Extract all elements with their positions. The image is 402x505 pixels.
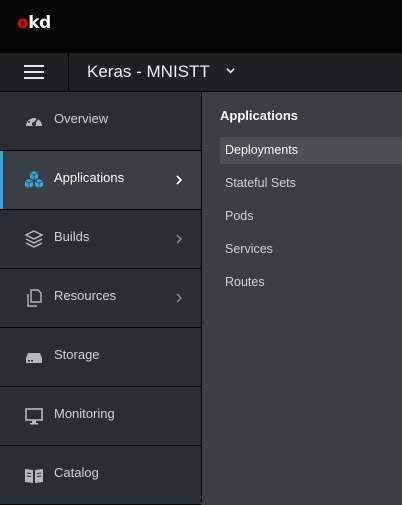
- sidebar-item-label: Applications: [54, 170, 125, 185]
- sidebar-item-label: Storage: [54, 347, 100, 362]
- sidebar-item-label: Builds: [54, 229, 90, 244]
- sidebar-item-builds[interactable]: Builds: [0, 210, 201, 269]
- project-name[interactable]: Keras - MNISTT: [87, 62, 210, 82]
- masthead: okd: [0, 0, 402, 53]
- sidebar-item-catalog[interactable]: Catalog: [0, 446, 201, 505]
- secondary-nav-title: Applications: [220, 108, 299, 123]
- sidebar-item-label: Resources: [54, 288, 117, 303]
- book-icon: [25, 469, 43, 483]
- secondary-nav-item-pods[interactable]: Pods: [220, 203, 402, 230]
- cubes-icon: [24, 171, 44, 188]
- sidebar-item-resources[interactable]: Resources: [0, 269, 201, 328]
- chevron-right-icon: [176, 175, 183, 185]
- secondary-nav-item-services[interactable]: Services: [220, 236, 402, 263]
- active-indicator: [0, 151, 3, 209]
- sidebar-item-overview[interactable]: Overview: [0, 92, 201, 151]
- chevron-right-icon: [176, 234, 182, 244]
- sidebar-item-storage[interactable]: Storage: [0, 328, 201, 387]
- okd-logo[interactable]: okd: [17, 13, 51, 33]
- storage-drive-icon: [26, 353, 42, 363]
- copy-icon: [27, 289, 42, 307]
- menu-toggle-button[interactable]: [0, 53, 69, 91]
- chevron-right-icon: [176, 293, 182, 303]
- sidebar-item-monitoring[interactable]: Monitoring: [0, 387, 201, 446]
- secondary-nav-item-routes[interactable]: Routes: [220, 269, 402, 296]
- project-bar: Keras - MNISTT: [0, 53, 402, 92]
- sidebar-nav: Overview Applications Builds Resources S…: [0, 92, 202, 505]
- sidebar-item-applications[interactable]: Applications: [0, 151, 201, 210]
- sidebar-item-label: Monitoring: [54, 406, 115, 421]
- sidebar-item-label: Overview: [54, 111, 109, 126]
- chevron-down-icon[interactable]: [226, 66, 235, 75]
- monitor-icon: [25, 408, 43, 425]
- secondary-nav-item-deployments[interactable]: Deployments: [220, 137, 402, 164]
- secondary-nav-panel: Applications Deployments Stateful Sets P…: [202, 92, 402, 502]
- secondary-nav-item-stateful-sets[interactable]: Stateful Sets: [220, 170, 402, 197]
- dashboard-icon: [26, 115, 42, 126]
- layers-icon: [24, 230, 44, 248]
- sidebar-item-label: Catalog: [54, 465, 99, 480]
- hamburger-icon: [24, 65, 44, 67]
